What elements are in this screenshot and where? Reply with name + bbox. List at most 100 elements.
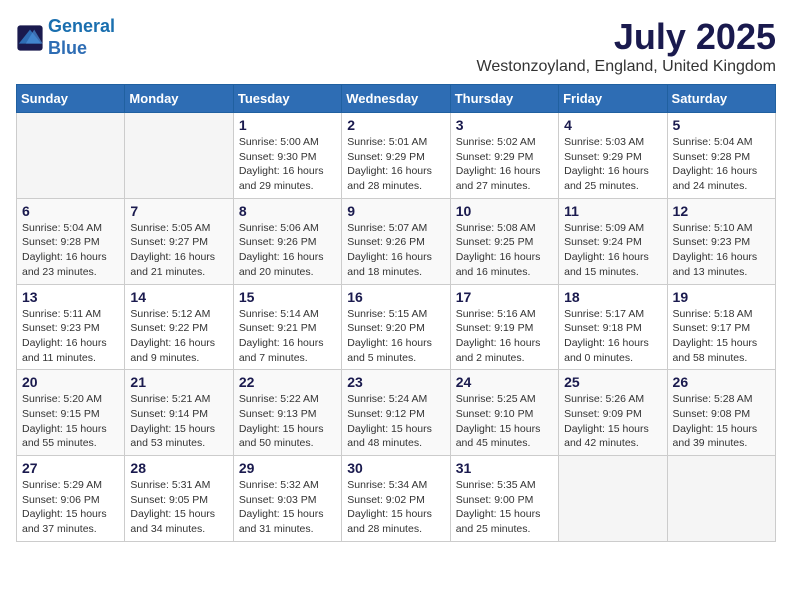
calendar-cell: 5Sunrise: 5:04 AM Sunset: 9:28 PM Daylig… xyxy=(667,113,775,199)
day-number: 25 xyxy=(564,374,661,390)
day-info: Sunrise: 5:28 AM Sunset: 9:08 PM Dayligh… xyxy=(673,392,770,451)
month-title: July 2025 xyxy=(477,16,776,58)
day-number: 3 xyxy=(456,117,553,133)
day-info: Sunrise: 5:31 AM Sunset: 9:05 PM Dayligh… xyxy=(130,478,227,537)
day-number: 26 xyxy=(673,374,770,390)
day-info: Sunrise: 5:06 AM Sunset: 9:26 PM Dayligh… xyxy=(239,221,336,280)
logo-text: General Blue xyxy=(48,16,115,59)
day-number: 1 xyxy=(239,117,336,133)
weekday-header: Sunday xyxy=(17,85,125,113)
weekday-header: Friday xyxy=(559,85,667,113)
day-number: 19 xyxy=(673,289,770,305)
calendar-cell: 3 Sunrise: 5:02 AM Sunset: 9:29 PM Daylig… xyxy=(450,113,558,199)
calendar-cell: 2Sunrise: 5:01 AM Sunset: 9:29 PM Daylig… xyxy=(342,113,450,199)
day-info: Sunrise: 5:14 AM Sunset: 9:21 PM Dayligh… xyxy=(239,307,336,366)
calendar-cell: 26 Sunrise: 5:28 AM Sunset: 9:08 PM Dayli… xyxy=(667,370,775,456)
calendar-cell: 29 Sunrise: 5:32 AM Sunset: 9:03 PM Dayli… xyxy=(233,456,341,542)
calendar-cell: 14Sunrise: 5:12 AM Sunset: 9:22 PM Dayli… xyxy=(125,284,233,370)
logo: General Blue xyxy=(16,16,115,59)
weekday-header-row: SundayMondayTuesdayWednesdayThursdayFrid… xyxy=(17,85,776,113)
day-number: 11 xyxy=(564,203,661,219)
weekday-header: Thursday xyxy=(450,85,558,113)
calendar-cell xyxy=(17,113,125,199)
day-info: Sunrise: 5:20 AM Sunset: 9:15 PM Dayligh… xyxy=(22,392,119,451)
day-info: Sunrise: 5:04 AM Sunset: 9:28 PM Dayligh… xyxy=(673,135,770,194)
day-number: 10 xyxy=(456,203,553,219)
calendar-cell: 7 Sunrise: 5:05 AM Sunset: 9:27 PM Daylig… xyxy=(125,198,233,284)
day-info: Sunrise: 5:16 AM Sunset: 9:19 PM Dayligh… xyxy=(456,307,553,366)
day-info: Sunrise: 5:22 AM Sunset: 9:13 PM Dayligh… xyxy=(239,392,336,451)
day-number: 20 xyxy=(22,374,119,390)
calendar-cell: 15 Sunrise: 5:14 AM Sunset: 9:21 PM Dayli… xyxy=(233,284,341,370)
calendar-cell: 28 Sunrise: 5:31 AM Sunset: 9:05 PM Dayli… xyxy=(125,456,233,542)
calendar-cell: 21Sunrise: 5:21 AM Sunset: 9:14 PM Dayli… xyxy=(125,370,233,456)
calendar-cell: 12Sunrise: 5:10 AM Sunset: 9:23 PM Dayli… xyxy=(667,198,775,284)
day-info: Sunrise: 5:02 AM Sunset: 9:29 PM Dayligh… xyxy=(456,135,553,194)
calendar-cell: 25Sunrise: 5:26 AM Sunset: 9:09 PM Dayli… xyxy=(559,370,667,456)
calendar-cell: 6 Sunrise: 5:04 AM Sunset: 9:28 PM Daylig… xyxy=(17,198,125,284)
calendar-cell: 16 Sunrise: 5:15 AM Sunset: 9:20 PM Dayli… xyxy=(342,284,450,370)
calendar-cell: 22 Sunrise: 5:22 AM Sunset: 9:13 PM Dayli… xyxy=(233,370,341,456)
day-number: 28 xyxy=(130,460,227,476)
day-number: 23 xyxy=(347,374,444,390)
title-area: July 2025 Westonzoyland, England, United… xyxy=(477,16,776,76)
day-number: 16 xyxy=(347,289,444,305)
calendar: SundayMondayTuesdayWednesdayThursdayFrid… xyxy=(16,84,776,542)
day-number: 29 xyxy=(239,460,336,476)
day-number: 24 xyxy=(456,374,553,390)
day-number: 22 xyxy=(239,374,336,390)
weekday-header: Tuesday xyxy=(233,85,341,113)
day-info: Sunrise: 5:25 AM Sunset: 9:10 PM Dayligh… xyxy=(456,392,553,451)
day-info: Sunrise: 5:17 AM Sunset: 9:18 PM Dayligh… xyxy=(564,307,661,366)
day-number: 15 xyxy=(239,289,336,305)
day-info: Sunrise: 5:24 AM Sunset: 9:12 PM Dayligh… xyxy=(347,392,444,451)
calendar-week-row: 1 Sunrise: 5:00 AM Sunset: 9:30 PM Daylig… xyxy=(17,113,776,199)
day-number: 7 xyxy=(130,203,227,219)
calendar-cell: 31Sunrise: 5:35 AM Sunset: 9:00 PM Dayli… xyxy=(450,456,558,542)
day-number: 17 xyxy=(456,289,553,305)
logo-icon xyxy=(16,24,44,52)
calendar-cell: 17 Sunrise: 5:16 AM Sunset: 9:19 PM Dayli… xyxy=(450,284,558,370)
day-number: 18 xyxy=(564,289,661,305)
calendar-cell: 1 Sunrise: 5:00 AM Sunset: 9:30 PM Daylig… xyxy=(233,113,341,199)
day-info: Sunrise: 5:32 AM Sunset: 9:03 PM Dayligh… xyxy=(239,478,336,537)
calendar-cell: 20 Sunrise: 5:20 AM Sunset: 9:15 PM Dayli… xyxy=(17,370,125,456)
calendar-cell: 8 Sunrise: 5:06 AM Sunset: 9:26 PM Daylig… xyxy=(233,198,341,284)
day-info: Sunrise: 5:05 AM Sunset: 9:27 PM Dayligh… xyxy=(130,221,227,280)
calendar-cell xyxy=(125,113,233,199)
calendar-cell: 27 Sunrise: 5:29 AM Sunset: 9:06 PM Dayli… xyxy=(17,456,125,542)
weekday-header: Monday xyxy=(125,85,233,113)
day-info: Sunrise: 5:34 AM Sunset: 9:02 PM Dayligh… xyxy=(347,478,444,537)
location-title: Westonzoyland, England, United Kingdom xyxy=(477,58,776,76)
weekday-header: Wednesday xyxy=(342,85,450,113)
day-number: 4 xyxy=(564,117,661,133)
day-info: Sunrise: 5:03 AM Sunset: 9:29 PM Dayligh… xyxy=(564,135,661,194)
calendar-cell: 18 Sunrise: 5:17 AM Sunset: 9:18 PM Dayli… xyxy=(559,284,667,370)
day-info: Sunrise: 5:29 AM Sunset: 9:06 PM Dayligh… xyxy=(22,478,119,537)
day-info: Sunrise: 5:00 AM Sunset: 9:30 PM Dayligh… xyxy=(239,135,336,194)
calendar-week-row: 20 Sunrise: 5:20 AM Sunset: 9:15 PM Dayli… xyxy=(17,370,776,456)
day-info: Sunrise: 5:07 AM Sunset: 9:26 PM Dayligh… xyxy=(347,221,444,280)
day-info: Sunrise: 5:11 AM Sunset: 9:23 PM Dayligh… xyxy=(22,307,119,366)
day-info: Sunrise: 5:15 AM Sunset: 9:20 PM Dayligh… xyxy=(347,307,444,366)
day-info: Sunrise: 5:08 AM Sunset: 9:25 PM Dayligh… xyxy=(456,221,553,280)
day-number: 6 xyxy=(22,203,119,219)
day-info: Sunrise: 5:09 AM Sunset: 9:24 PM Dayligh… xyxy=(564,221,661,280)
day-number: 8 xyxy=(239,203,336,219)
logo-line2: Blue xyxy=(48,38,87,58)
day-info: Sunrise: 5:04 AM Sunset: 9:28 PM Dayligh… xyxy=(22,221,119,280)
calendar-week-row: 6 Sunrise: 5:04 AM Sunset: 9:28 PM Daylig… xyxy=(17,198,776,284)
day-number: 9 xyxy=(347,203,444,219)
day-info: Sunrise: 5:01 AM Sunset: 9:29 PM Dayligh… xyxy=(347,135,444,194)
day-number: 13 xyxy=(22,289,119,305)
calendar-cell: 13 Sunrise: 5:11 AM Sunset: 9:23 PM Dayli… xyxy=(17,284,125,370)
day-number: 21 xyxy=(130,374,227,390)
calendar-cell: 11 Sunrise: 5:09 AM Sunset: 9:24 PM Dayli… xyxy=(559,198,667,284)
calendar-cell: 4 Sunrise: 5:03 AM Sunset: 9:29 PM Daylig… xyxy=(559,113,667,199)
calendar-cell: 19Sunrise: 5:18 AM Sunset: 9:17 PM Dayli… xyxy=(667,284,775,370)
calendar-cell: 23 Sunrise: 5:24 AM Sunset: 9:12 PM Dayli… xyxy=(342,370,450,456)
day-number: 27 xyxy=(22,460,119,476)
calendar-week-row: 13 Sunrise: 5:11 AM Sunset: 9:23 PM Dayli… xyxy=(17,284,776,370)
calendar-cell xyxy=(667,456,775,542)
day-number: 30 xyxy=(347,460,444,476)
